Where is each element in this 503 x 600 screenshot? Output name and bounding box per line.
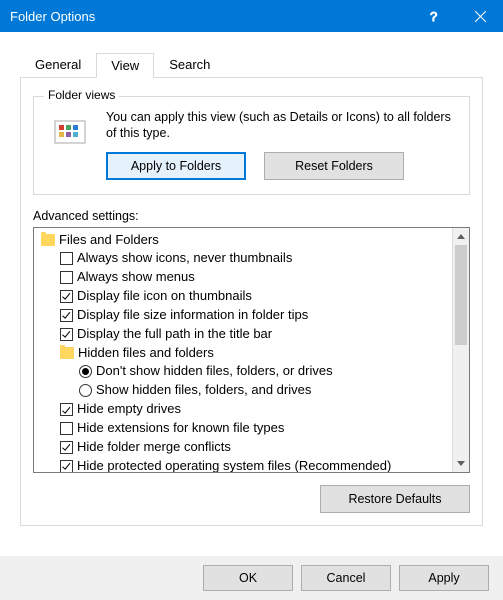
tree-check-item[interactable]: Always show menus	[38, 268, 448, 287]
tree-group-hidden[interactable]: Hidden files and folders	[38, 344, 448, 363]
tree-radio-item[interactable]: Don't show hidden files, folders, or dri…	[38, 362, 448, 381]
tab-strip: General View Search	[20, 52, 483, 78]
folder-views-group: Folder views You can apply this view (su…	[33, 96, 470, 195]
reset-folders-button[interactable]: Reset Folders	[264, 152, 404, 180]
checkbox-icon[interactable]	[60, 271, 73, 284]
close-button[interactable]	[457, 0, 503, 32]
tree-root[interactable]: Files and Folders	[38, 231, 448, 250]
scroll-thumb[interactable]	[455, 245, 467, 345]
scroll-down-button[interactable]	[453, 455, 469, 472]
svg-text:?: ?	[430, 10, 437, 22]
checkbox-icon[interactable]	[60, 252, 73, 265]
checkbox-icon[interactable]	[60, 309, 73, 322]
apply-to-folders-button[interactable]: Apply to Folders	[106, 152, 246, 180]
checkbox-icon[interactable]	[60, 460, 73, 472]
tab-view[interactable]: View	[96, 53, 154, 78]
help-button[interactable]: ?	[411, 0, 457, 32]
advanced-settings-tree[interactable]: Files and Folders Always show icons, nev…	[33, 227, 470, 473]
titlebar: Folder Options ?	[0, 0, 503, 32]
checkbox-icon[interactable]	[60, 441, 73, 454]
scrollbar[interactable]	[452, 228, 469, 472]
checkbox-icon[interactable]	[60, 290, 73, 303]
folder-icon	[41, 234, 55, 246]
tab-search[interactable]: Search	[154, 52, 225, 77]
tab-general[interactable]: General	[20, 52, 96, 77]
tree-check-item[interactable]: Always show icons, never thumbnails	[38, 249, 448, 268]
tree-check-item[interactable]: Display file icon on thumbnails	[38, 287, 448, 306]
tab-body: Folder views You can apply this view (su…	[20, 78, 483, 526]
folder-icon	[60, 347, 74, 359]
checkbox-icon[interactable]	[60, 422, 73, 435]
advanced-settings-label: Advanced settings:	[33, 209, 470, 223]
tree-radio-item[interactable]: Show hidden files, folders, and drives	[38, 381, 448, 400]
dialog-footer: OK Cancel Apply	[0, 556, 503, 600]
window-title: Folder Options	[10, 9, 411, 24]
scroll-up-button[interactable]	[453, 228, 469, 245]
tree-root-label: Files and Folders	[59, 231, 159, 250]
tree-check-item[interactable]: Hide empty drives	[38, 400, 448, 419]
tree-check-item[interactable]: Display the full path in the title bar	[38, 325, 448, 344]
cancel-button[interactable]: Cancel	[301, 565, 391, 591]
tree-check-item[interactable]: Hide folder merge conflicts	[38, 438, 448, 457]
scroll-track[interactable]	[453, 245, 469, 455]
checkbox-icon[interactable]	[60, 328, 73, 341]
ok-button[interactable]: OK	[203, 565, 293, 591]
tree-check-item[interactable]: Hide extensions for known file types	[38, 419, 448, 438]
restore-defaults-button[interactable]: Restore Defaults	[320, 485, 470, 513]
folder-views-legend: Folder views	[44, 88, 119, 102]
radio-icon[interactable]	[79, 365, 92, 378]
folder-views-description: You can apply this view (such as Details…	[106, 109, 455, 142]
tree-check-item[interactable]: Hide protected operating system files (R…	[38, 457, 448, 472]
tree-check-item[interactable]: Display file size information in folder …	[38, 306, 448, 325]
folder-views-icon	[48, 109, 92, 153]
dialog-content: General View Search Folder views	[0, 32, 503, 526]
apply-button[interactable]: Apply	[399, 565, 489, 591]
radio-icon[interactable]	[79, 384, 92, 397]
checkbox-icon[interactable]	[60, 403, 73, 416]
